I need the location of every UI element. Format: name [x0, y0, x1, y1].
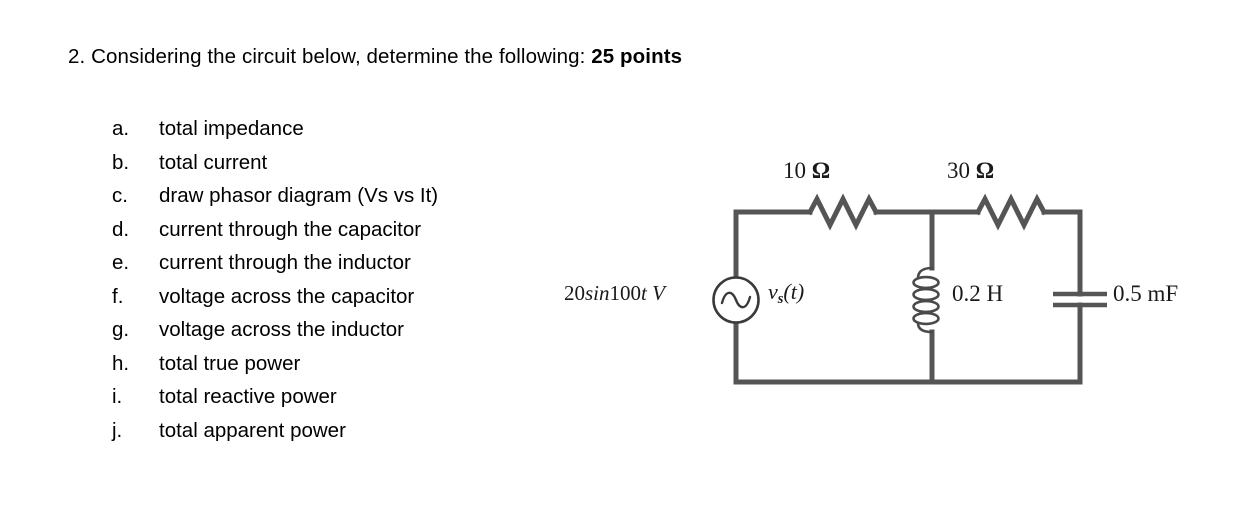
- list-item-marker: d.: [112, 217, 130, 241]
- list-item: c. draw phasor diagram (Vs vs It): [112, 179, 572, 213]
- source-value-label: 20sin100t V: [564, 281, 665, 305]
- list-item-label: total true power: [159, 351, 301, 375]
- list-item-label: current through the inductor: [159, 251, 411, 274]
- question-points: 25 points: [591, 45, 683, 68]
- list-item-label: total reactive power: [159, 385, 337, 408]
- list-item-label: draw phasor diagram (Vs vs It): [159, 184, 439, 207]
- subquestion-list: a. total impedance b. total current c. d…: [112, 112, 572, 447]
- capacitor-plates: [1053, 291, 1107, 308]
- question-number: 2.: [68, 45, 86, 68]
- list-item: j. total apparent power: [112, 414, 572, 448]
- resistor-r1-zigzag: [806, 193, 880, 231]
- list-item-marker: b.: [112, 150, 130, 174]
- list-item-marker: f.: [112, 284, 124, 308]
- source-name-label: vs(t): [768, 279, 805, 308]
- question-text: Considering the circuit below, determine…: [91, 45, 586, 68]
- list-item: d. current through the capacitor: [112, 213, 572, 247]
- resistor-r2-label: 30 Ω: [947, 158, 995, 183]
- list-item-marker: e.: [112, 251, 130, 274]
- page-title: 2. Considering the circuit below, determ…: [68, 44, 682, 70]
- circuit-schematic-svg: [712, 193, 1107, 385]
- ohm-symbol: Ω: [811, 158, 831, 183]
- list-item-label: total impedance: [159, 117, 304, 140]
- list-item: a. total impedance: [112, 112, 572, 146]
- capacitor-c1-label: 0.5 mF: [1113, 281, 1179, 306]
- list-item: e. current through the inductor: [112, 246, 572, 280]
- list-item: i. total reactive power: [112, 380, 572, 414]
- list-item: b. total current: [112, 146, 572, 180]
- list-item-label: total apparent power: [159, 418, 346, 442]
- inductor-coil: [912, 266, 940, 334]
- list-item-marker: i.: [112, 385, 123, 408]
- list-item-label: voltage across the inductor: [159, 318, 404, 341]
- resistor-r1-label: 10 Ω: [783, 158, 831, 183]
- list-item: h. total true power: [112, 347, 572, 381]
- list-item-marker: a.: [112, 117, 130, 140]
- list-item-label: total current: [159, 150, 268, 174]
- list-item-marker: j.: [112, 418, 123, 442]
- list-item-marker: g.: [112, 318, 130, 341]
- list-item-marker: h.: [112, 351, 130, 375]
- inductor-l1-label: 0.2 H: [952, 281, 1004, 306]
- list-item: g. voltage across the inductor: [112, 313, 572, 347]
- list-item: f. voltage across the capacitor: [112, 280, 572, 314]
- resistor-r2-zigzag: [974, 193, 1048, 231]
- list-item-label: voltage across the capacitor: [159, 284, 415, 308]
- ohm-symbol: Ω: [975, 158, 995, 183]
- list-item-label: current through the capacitor: [159, 217, 422, 241]
- circuit-diagram: 10 Ω 30 Ω 0.2 H 0.5 mF 20sin100t V vs(t): [540, 140, 1240, 410]
- list-item-marker: c.: [112, 184, 128, 207]
